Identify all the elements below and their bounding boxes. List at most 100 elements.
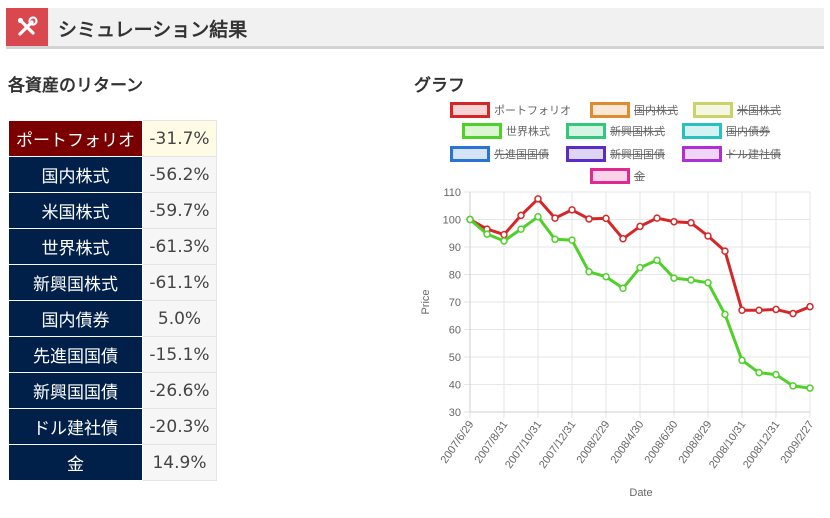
page-title: シミュレーション結果	[58, 19, 248, 41]
asset-name: 世界株式	[8, 228, 143, 265]
legend-swatch	[462, 123, 502, 139]
asset-return-value: -31.7%	[142, 120, 217, 157]
legend-label: 国内株式	[634, 104, 678, 117]
line-chart: 30 40 50 60 70 80 90 100 110 2007/6/292007/8/31 20…	[420, 187, 817, 499]
data-point	[636, 222, 644, 231]
data-point	[466, 215, 474, 224]
returns-row: 米国株式 -59.7%	[8, 192, 217, 229]
legend-swatch	[682, 123, 722, 139]
data-point	[551, 214, 559, 222]
returns-row: ドル建社債 -20.3%	[8, 408, 217, 445]
returns-row: ポートフォリオ -31.7%	[8, 120, 217, 157]
data-point	[517, 211, 525, 220]
legend-label: 新興国国債	[610, 148, 665, 161]
asset-name: 新興国株式	[8, 264, 143, 301]
data-point	[483, 230, 491, 238]
x-axis-title: Date	[629, 487, 652, 499]
asset-name: 新興国国債	[8, 372, 143, 409]
chart-section-title: グラフ	[414, 76, 465, 96]
returns-row: 国内株式 -56.2%	[8, 156, 217, 193]
legend-item[interactable]: 世界株式	[462, 123, 550, 139]
legend-item[interactable]: ポートフォリオ	[450, 102, 571, 118]
legend-swatch	[590, 102, 630, 118]
legend-item[interactable]: 国内債券	[682, 123, 770, 139]
data-point	[568, 206, 576, 214]
data-point	[687, 276, 695, 284]
data-point	[585, 268, 593, 276]
data-point	[500, 230, 508, 239]
asset-name: ドル建社債	[8, 408, 143, 445]
asset-return-value: -56.2%	[142, 156, 217, 193]
asset-name: ポートフォリオ	[8, 120, 143, 157]
tools-icon	[17, 16, 38, 36]
legend-item[interactable]: ドル建社債	[682, 146, 781, 162]
legend-label: 米国株式	[737, 104, 781, 117]
data-point	[789, 309, 797, 318]
y-tick-label: 100	[443, 215, 461, 227]
data-point	[619, 235, 627, 243]
x-tick-label: 2008/6/30	[643, 419, 681, 466]
x-tick-label: 2008/2/29	[575, 419, 613, 466]
asset-return-value: -26.6%	[142, 372, 217, 409]
data-point	[738, 356, 746, 365]
legend-item[interactable]: 先進国国債	[450, 146, 549, 162]
asset-return-value: 5.0%	[142, 300, 217, 337]
legend-item[interactable]: 新興国株式	[566, 123, 665, 139]
y-tick-label: 90	[449, 242, 461, 254]
data-point	[517, 225, 525, 233]
legend-swatch	[693, 102, 733, 118]
returns-row: 国内債券 5.0%	[8, 300, 217, 337]
legend-label: 新興国株式	[610, 125, 665, 138]
header-icon-box	[6, 8, 48, 46]
asset-name: 金	[8, 444, 143, 481]
y-tick-label: 40	[449, 380, 461, 392]
data-point	[721, 310, 729, 319]
data-point	[534, 195, 542, 203]
legend-item[interactable]: 新興国国債	[566, 146, 665, 162]
asset-return-value: 14.9%	[142, 444, 217, 481]
data-point	[670, 274, 678, 282]
returns-row: 新興国株式 -61.1%	[8, 264, 217, 301]
data-point	[806, 302, 814, 311]
legend-item[interactable]: 米国株式	[693, 102, 781, 118]
legend-label: 世界株式	[506, 125, 550, 138]
data-point	[602, 214, 610, 223]
asset-name: 先進国国債	[8, 336, 143, 373]
asset-name: 国内株式	[8, 156, 143, 193]
data-point	[755, 306, 763, 314]
returns-row: 世界株式 -61.3%	[8, 228, 217, 265]
legend-item[interactable]: 国内株式	[590, 102, 678, 118]
asset-return-value: -61.1%	[142, 264, 217, 301]
y-tick-label: 50	[449, 352, 461, 364]
x-tick-label: 2009/2/27	[779, 419, 817, 466]
x-tick-label: 2008/4/30	[609, 419, 647, 466]
data-point	[670, 217, 678, 226]
legend-label: 国内債券	[726, 125, 770, 138]
data-point	[806, 384, 814, 392]
asset-name: 国内債券	[8, 300, 143, 337]
legend-swatch	[450, 102, 490, 118]
legend-swatch	[450, 146, 490, 162]
data-point	[500, 237, 508, 245]
data-point	[568, 236, 576, 244]
data-point	[755, 368, 763, 377]
legend-swatch	[566, 123, 606, 139]
asset-return-value: -59.7%	[142, 192, 217, 229]
data-point	[551, 235, 559, 244]
returns-section-title: 各資産のリターン	[8, 76, 144, 96]
page-header: シミュレーション結果	[6, 8, 824, 49]
data-point	[602, 272, 610, 281]
y-tick-label: 60	[449, 325, 461, 337]
data-point	[534, 213, 542, 221]
data-point	[772, 305, 780, 314]
legend-label: ドル建社債	[726, 148, 781, 161]
returns-row: 金 14.9%	[8, 444, 217, 481]
data-point	[721, 247, 729, 255]
returns-row: 先進国国債 -15.1%	[8, 336, 217, 373]
data-point	[772, 370, 780, 379]
x-tick-label: 2007/8/31	[473, 419, 511, 466]
returns-row: 新興国国債 -26.6%	[8, 372, 217, 409]
asset-return-value: -61.3%	[142, 228, 217, 265]
data-point	[585, 215, 593, 223]
legend-label: ポートフォリオ	[494, 104, 571, 117]
